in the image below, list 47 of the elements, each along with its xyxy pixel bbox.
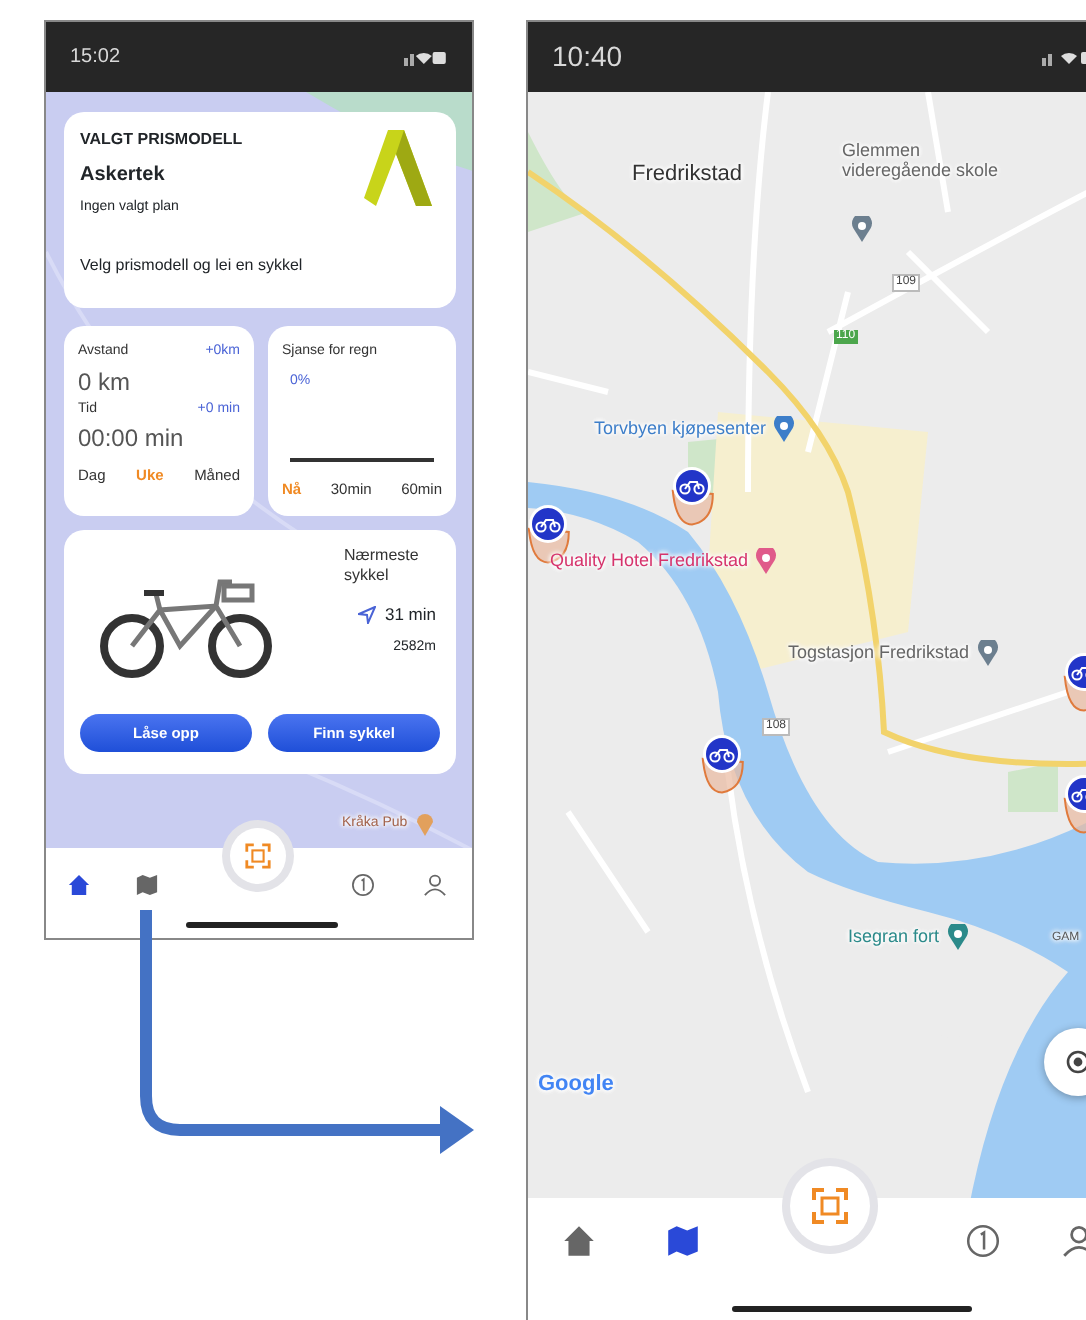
map-pin-icon (852, 216, 872, 242)
home-icon (66, 872, 92, 898)
map-label: Fredrikstad (632, 162, 743, 188)
chevron-logo (364, 130, 432, 206)
rain-graph-line (290, 457, 434, 462)
time-value: 00:00 min (78, 422, 186, 456)
map-label: Togstasjon Fredrikstad (788, 642, 970, 664)
info-icon (350, 872, 376, 898)
map-label: Torvbyen kjøpesenter (594, 418, 767, 440)
card-heading: VALGT PRISMODELL (80, 128, 245, 152)
navigation-icon (358, 605, 377, 624)
eta-text: 31 min (384, 602, 436, 628)
user-icon (422, 872, 448, 898)
nearest-bike-title: Nærmeste sykkel (344, 546, 421, 588)
map-label: Glemmen videregående skole (842, 140, 1001, 182)
map-pin-icon (947, 924, 968, 950)
home-tab[interactable] (560, 1222, 598, 1260)
status-time: 15:02 (70, 44, 121, 72)
info-icon (964, 1222, 1002, 1260)
map-attribution: Google (538, 1072, 614, 1098)
map-pin-icon (756, 548, 777, 574)
bike-pin-icon[interactable] (1063, 653, 1086, 712)
prompt-text: Velg prismodell og lei en sykkel (80, 253, 305, 277)
company-name: Askertek (80, 162, 167, 190)
qr-scan-icon (810, 1186, 850, 1226)
distance-value: 0 km (78, 365, 133, 399)
map-tab[interactable] (134, 872, 160, 898)
home-icon (560, 1222, 598, 1260)
bike-pin-icon[interactable] (671, 467, 714, 526)
user-tab[interactable] (422, 872, 448, 898)
qr-scan-icon (244, 842, 272, 870)
bike-pin-icon[interactable] (701, 735, 744, 794)
info-tab[interactable] (350, 872, 376, 898)
status-icons (404, 47, 448, 67)
status-time: 10:40 (552, 38, 623, 76)
map-pin-icon (415, 812, 434, 836)
map-pin-icon (977, 640, 998, 666)
map-icon (664, 1222, 702, 1260)
map-pin-icon (774, 416, 795, 442)
home-tab[interactable] (66, 872, 92, 898)
location-target-icon (1064, 1048, 1086, 1076)
info-tab[interactable] (964, 1222, 1002, 1260)
status-icons (1042, 47, 1086, 67)
bike-pin-icon[interactable] (1063, 775, 1086, 834)
map-tab[interactable] (664, 1222, 702, 1260)
map-icon (134, 872, 160, 898)
map-label: Isegran fort (848, 926, 940, 948)
